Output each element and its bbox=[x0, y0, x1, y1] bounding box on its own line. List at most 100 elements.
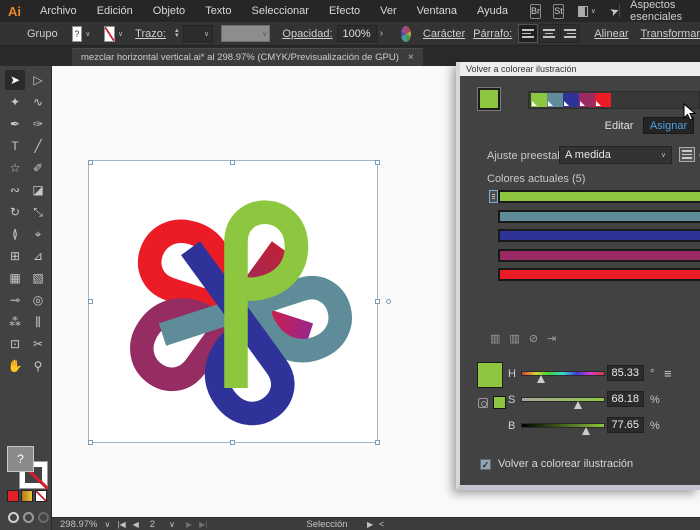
fill-color-swatch[interactable]: ? bbox=[71, 25, 83, 42]
tab-editar[interactable]: Editar bbox=[598, 117, 640, 134]
artboard-tool[interactable]: ⊡ bbox=[5, 334, 25, 354]
opacity-label[interactable]: Opacidad: bbox=[282, 28, 332, 40]
stroke-weight-label[interactable]: Trazo: bbox=[135, 28, 166, 40]
character-link[interactable]: Carácter bbox=[423, 28, 465, 40]
fill-indicator[interactable]: ? bbox=[7, 446, 34, 472]
zoom-level-value[interactable]: 298.97% bbox=[60, 519, 98, 530]
magic-wand-tool[interactable]: ✦ bbox=[5, 92, 25, 112]
first-artboard-icon[interactable]: |◀ bbox=[117, 520, 125, 529]
close-icon[interactable]: × bbox=[408, 52, 414, 63]
recolor-checkbox[interactable]: ✓ bbox=[480, 458, 491, 470]
mesh-tool[interactable]: ▦ bbox=[5, 268, 25, 288]
draw-inside-mode-icon[interactable] bbox=[38, 512, 49, 523]
menu-efecto[interactable]: Efecto bbox=[319, 5, 370, 17]
selection-handle[interactable] bbox=[88, 440, 93, 445]
selection-handle[interactable] bbox=[88, 160, 93, 165]
stepper-down-icon[interactable]: ▼ bbox=[174, 33, 180, 39]
new-row-icon[interactable]: ⇥ bbox=[547, 332, 556, 345]
menu-objeto[interactable]: Objeto bbox=[143, 5, 195, 17]
puppet-warp-tool[interactable]: ⌖ bbox=[28, 224, 48, 244]
hsb-slider-track[interactable] bbox=[521, 423, 605, 435]
hsb-slider-thumb[interactable] bbox=[573, 401, 582, 409]
menu-texto[interactable]: Texto bbox=[195, 5, 241, 17]
slice-tool[interactable]: ✂ bbox=[28, 334, 48, 354]
hsb-slider-thumb[interactable] bbox=[537, 375, 546, 383]
eyedropper-tool[interactable]: ⊸ bbox=[5, 290, 25, 310]
selection-handle[interactable] bbox=[88, 299, 93, 304]
pen-tool[interactable]: ✒ bbox=[5, 114, 25, 134]
bridge-button[interactable]: Br bbox=[530, 3, 542, 19]
star-tool[interactable]: ☆ bbox=[5, 158, 25, 178]
stock-button[interactable]: St bbox=[553, 3, 564, 19]
stroke-chevron-icon[interactable]: ∨ bbox=[118, 30, 123, 38]
opacity-value[interactable]: 100% bbox=[336, 25, 377, 42]
color-button[interactable] bbox=[7, 490, 19, 502]
draw-normal-mode-icon[interactable] bbox=[8, 512, 19, 523]
selection-handle[interactable] bbox=[375, 299, 380, 304]
fill-chevron-icon[interactable]: ∨ bbox=[85, 30, 90, 38]
color-bar-grip[interactable] bbox=[489, 190, 498, 203]
dialog-title-bar[interactable]: Volver a colorear ilustración bbox=[460, 62, 700, 76]
zoom-dropdown-icon[interactable]: ∨ bbox=[105, 520, 111, 529]
shape-builder-tool[interactable]: ⊞ bbox=[5, 246, 25, 266]
draw-behind-mode-icon[interactable] bbox=[23, 512, 34, 523]
arrange-documents-icon[interactable] bbox=[578, 5, 588, 17]
selection-handle[interactable] bbox=[230, 440, 235, 445]
color-group-swatch-2[interactable] bbox=[563, 93, 579, 107]
align-right-button[interactable] bbox=[560, 24, 581, 43]
hsb-slider-track[interactable] bbox=[521, 371, 605, 383]
color-group-swatch-3[interactable] bbox=[579, 93, 595, 107]
menu-ayuda[interactable]: Ayuda bbox=[467, 5, 518, 17]
direct-selection-tool[interactable]: ▷ bbox=[28, 70, 48, 90]
color-group-swatch-1[interactable] bbox=[547, 93, 563, 107]
shaper-tool[interactable]: ∾ bbox=[5, 180, 25, 200]
curvature-tool[interactable]: ✑ bbox=[28, 114, 48, 134]
current-color-bar-0[interactable] bbox=[498, 190, 700, 203]
stroke-weight-stepper[interactable]: ▲ ▼ bbox=[174, 28, 180, 39]
paintbrush-tool[interactable]: ✐ bbox=[28, 158, 48, 178]
width-profile-dropdown[interactable]: ∨ bbox=[221, 25, 271, 42]
random-color-order-icon[interactable]: ▥ bbox=[490, 332, 500, 345]
hsb-slider-thumb[interactable] bbox=[581, 427, 590, 435]
document-tab[interactable]: mezclar horizontal vertical.ai* al 298.9… bbox=[72, 48, 423, 66]
perspective-grid-tool[interactable]: ⊿ bbox=[28, 246, 48, 266]
gradient-tool[interactable]: ▧ bbox=[28, 268, 48, 288]
scale-tool[interactable]: ⤡ bbox=[28, 202, 48, 222]
preset-dropdown[interactable]: A medida ∨ bbox=[559, 146, 672, 164]
recolor-artwork-icon[interactable] bbox=[401, 25, 411, 42]
status-expand-icon[interactable]: ▶ bbox=[367, 520, 373, 529]
hsb-value[interactable]: 68.18 bbox=[607, 391, 644, 407]
menu-archivo[interactable]: Archivo bbox=[30, 5, 87, 17]
menu-seleccionar[interactable]: Seleccionar bbox=[241, 5, 318, 17]
hsb-slider-track[interactable] bbox=[521, 397, 605, 409]
stroke-color-swatch[interactable] bbox=[104, 25, 116, 42]
selection-tool[interactable]: ➤ bbox=[5, 70, 25, 90]
rotate-tool[interactable]: ↻ bbox=[5, 202, 25, 222]
current-color-bar-4[interactable] bbox=[498, 268, 700, 282]
transform-panel-link[interactable]: Transformar bbox=[641, 28, 700, 40]
paragraph-link[interactable]: Párrafo: bbox=[473, 28, 512, 40]
column-graph-tool[interactable]: ⫼ bbox=[28, 312, 48, 332]
selection-handle[interactable] bbox=[375, 440, 380, 445]
type-tool[interactable]: T bbox=[5, 136, 25, 156]
none-button[interactable] bbox=[35, 490, 47, 502]
hsb-menu-icon[interactable]: ≡ bbox=[664, 366, 672, 381]
selected-color-swatch[interactable] bbox=[477, 87, 501, 111]
current-color-bar-3[interactable] bbox=[498, 248, 700, 262]
current-color-bar-2[interactable] bbox=[498, 229, 700, 243]
find-colors-icon[interactable]: ⊘ bbox=[529, 332, 538, 345]
zoom-tool[interactable]: ⚲ bbox=[28, 356, 48, 376]
gradient-button[interactable] bbox=[21, 490, 33, 502]
workspace-switcher[interactable]: Aspectos esenciales bbox=[619, 0, 700, 23]
current-color-bar-1[interactable] bbox=[498, 209, 700, 223]
hsb-value[interactable]: 85.33 bbox=[607, 365, 644, 381]
artboard-dropdown-icon[interactable]: ∨ bbox=[169, 520, 175, 529]
chevron-down-icon[interactable]: ∨ bbox=[591, 7, 596, 15]
color-group-swatch-4[interactable] bbox=[595, 93, 611, 107]
selection-handle[interactable] bbox=[375, 160, 380, 165]
color-group-swatch-0[interactable] bbox=[531, 93, 547, 107]
menu-ver[interactable]: Ver bbox=[370, 5, 407, 17]
symbol-sprayer-tool[interactable]: ⁂ bbox=[5, 312, 25, 332]
lasso-tool[interactable]: ∿ bbox=[28, 92, 48, 112]
random-saturation-icon[interactable]: ▥ bbox=[509, 332, 519, 345]
